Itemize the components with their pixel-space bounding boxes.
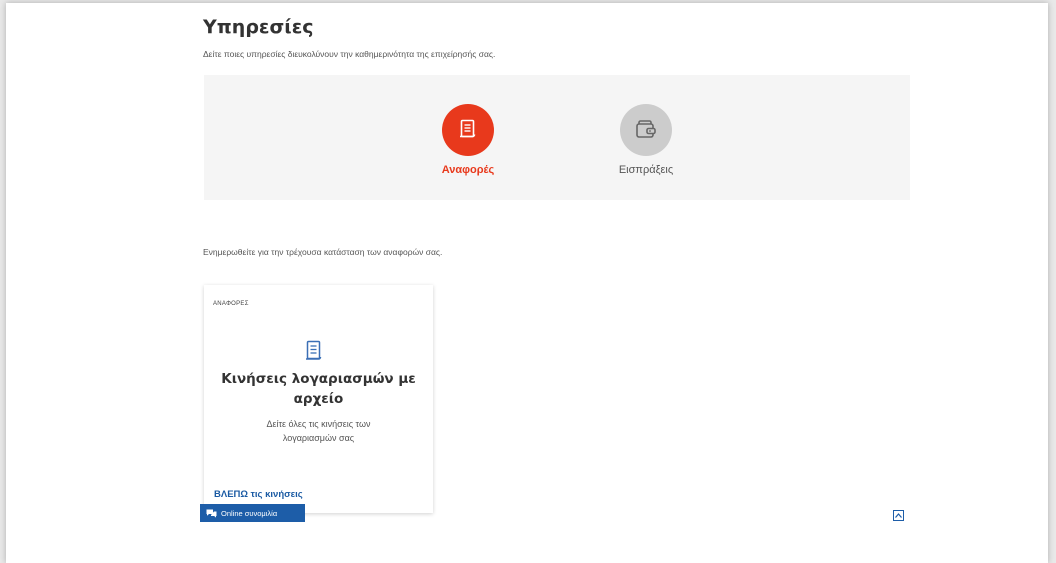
tab-collections-label: Εισπράξεις [618,164,674,176]
tab-collections[interactable]: Εισπράξεις [601,104,691,176]
online-chat-button[interactable]: Online συνομιλία [200,504,305,522]
page-subtitle: Δείτε ποιες υπηρεσίες διευκολύνουν την κ… [203,49,496,59]
reports-circle [442,104,494,156]
online-chat-label: Online συνομιλία [221,508,278,518]
tab-reports-label: Αναφορές [441,164,495,176]
card-description: Δείτε όλες τις κινήσεις των λογαριασμών … [266,419,371,443]
card-category: ΑΝΑΦΟΡΕΣ [213,301,249,307]
document-icon [306,340,322,360]
document-icon [460,119,476,138]
scroll-to-top-button[interactable] [893,510,904,521]
report-card[interactable]: ΑΝΑΦΟΡΕΣ Κινήσεις λογαριασμών με αρχείο … [204,285,433,513]
view-transactions-link[interactable]: ΒΛΕΠΩ τις κινήσεις [214,489,303,500]
services-panel: Αναφορές Εισπράξεις [204,75,910,200]
chat-icon [206,509,217,518]
chevron-up-icon [895,513,902,518]
tab-reports[interactable]: Αναφορές [423,104,513,176]
page-content: Υπηρεσίες Δείτε ποιες υπηρεσίες διευκολύ… [6,3,1048,563]
collections-circle [620,104,672,156]
info-text: Ενημερωθείτε για την τρέχουσα κατάσταση … [203,247,443,257]
wallet-icon [636,120,656,138]
page-title: Υπηρεσίες [203,16,314,38]
card-title: Κινήσεις λογαριασμών με αρχείο [221,371,416,407]
